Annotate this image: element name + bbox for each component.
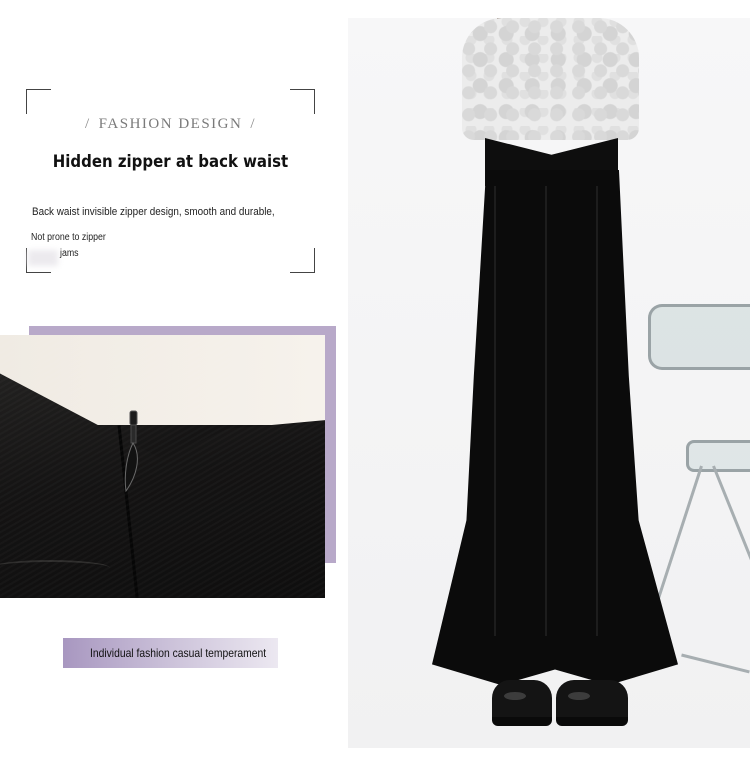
- chair-seat: [686, 440, 750, 472]
- description-line-2: Not prone to zipper: [31, 232, 106, 243]
- zipper-detail-photo: [0, 335, 325, 598]
- shoe-left: [492, 680, 552, 726]
- skirt-seam-left: [494, 186, 496, 636]
- lace-top: [462, 18, 639, 140]
- skirt-seam-center: [545, 186, 547, 636]
- shoe-shine: [504, 692, 526, 700]
- section-title: Hidden zipper at back waist: [52, 152, 289, 172]
- shoe-sole: [492, 717, 552, 726]
- corner-bracket-bottom-right: [290, 248, 315, 273]
- slash-divider-left: /: [85, 116, 91, 132]
- chair-backrest: [648, 304, 750, 370]
- corner-bracket-top-left: [26, 89, 51, 114]
- description-line-1: Back waist invisible zipper design, smoo…: [32, 206, 275, 218]
- blur-patch: [28, 250, 58, 266]
- shoe-shine: [568, 692, 590, 700]
- skirt-seam-right: [596, 186, 598, 636]
- description-line-3: jams: [60, 248, 79, 259]
- section-eyebrow: / FASHION DESIGN /: [26, 116, 315, 133]
- shoe-sole: [556, 717, 628, 726]
- eyebrow-text: FASHION DESIGN: [98, 116, 243, 132]
- corner-bracket-top-right: [290, 89, 315, 114]
- fabric-texture: [0, 335, 325, 598]
- slash-divider-right: /: [250, 116, 256, 132]
- zipper-pull-icon: [124, 410, 138, 493]
- shoe-right: [556, 680, 628, 726]
- tag-label: Individual fashion casual temperament: [90, 646, 267, 660]
